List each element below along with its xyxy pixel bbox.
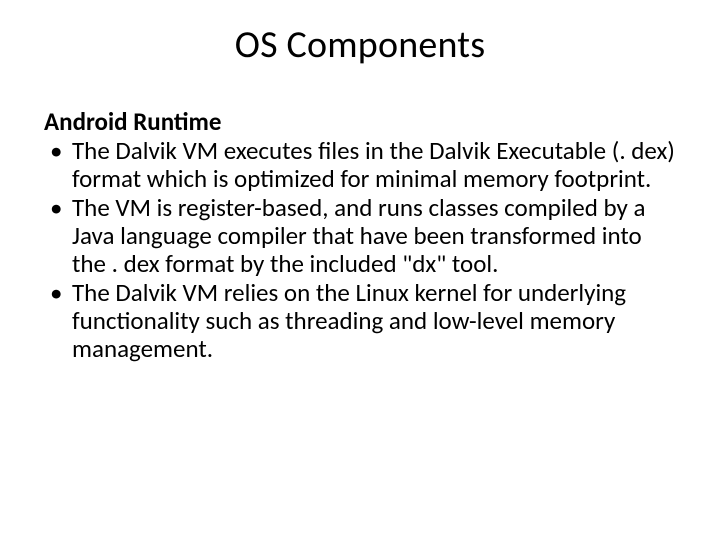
bullet-item: The Dalvik VM executes files in the Dalv… — [44, 137, 676, 193]
bullet-list: The Dalvik VM executes files in the Dalv… — [44, 137, 676, 363]
slide-content: Android Runtime The Dalvik VM executes f… — [44, 108, 676, 363]
slide-title: OS Components — [44, 22, 676, 68]
bullet-item: The VM is register-based, and runs class… — [44, 194, 676, 278]
slide: OS Components Android Runtime The Dalvik… — [0, 0, 720, 540]
subheading: Android Runtime — [44, 108, 676, 136]
bullet-item: The Dalvik VM relies on the Linux kernel… — [44, 279, 676, 363]
